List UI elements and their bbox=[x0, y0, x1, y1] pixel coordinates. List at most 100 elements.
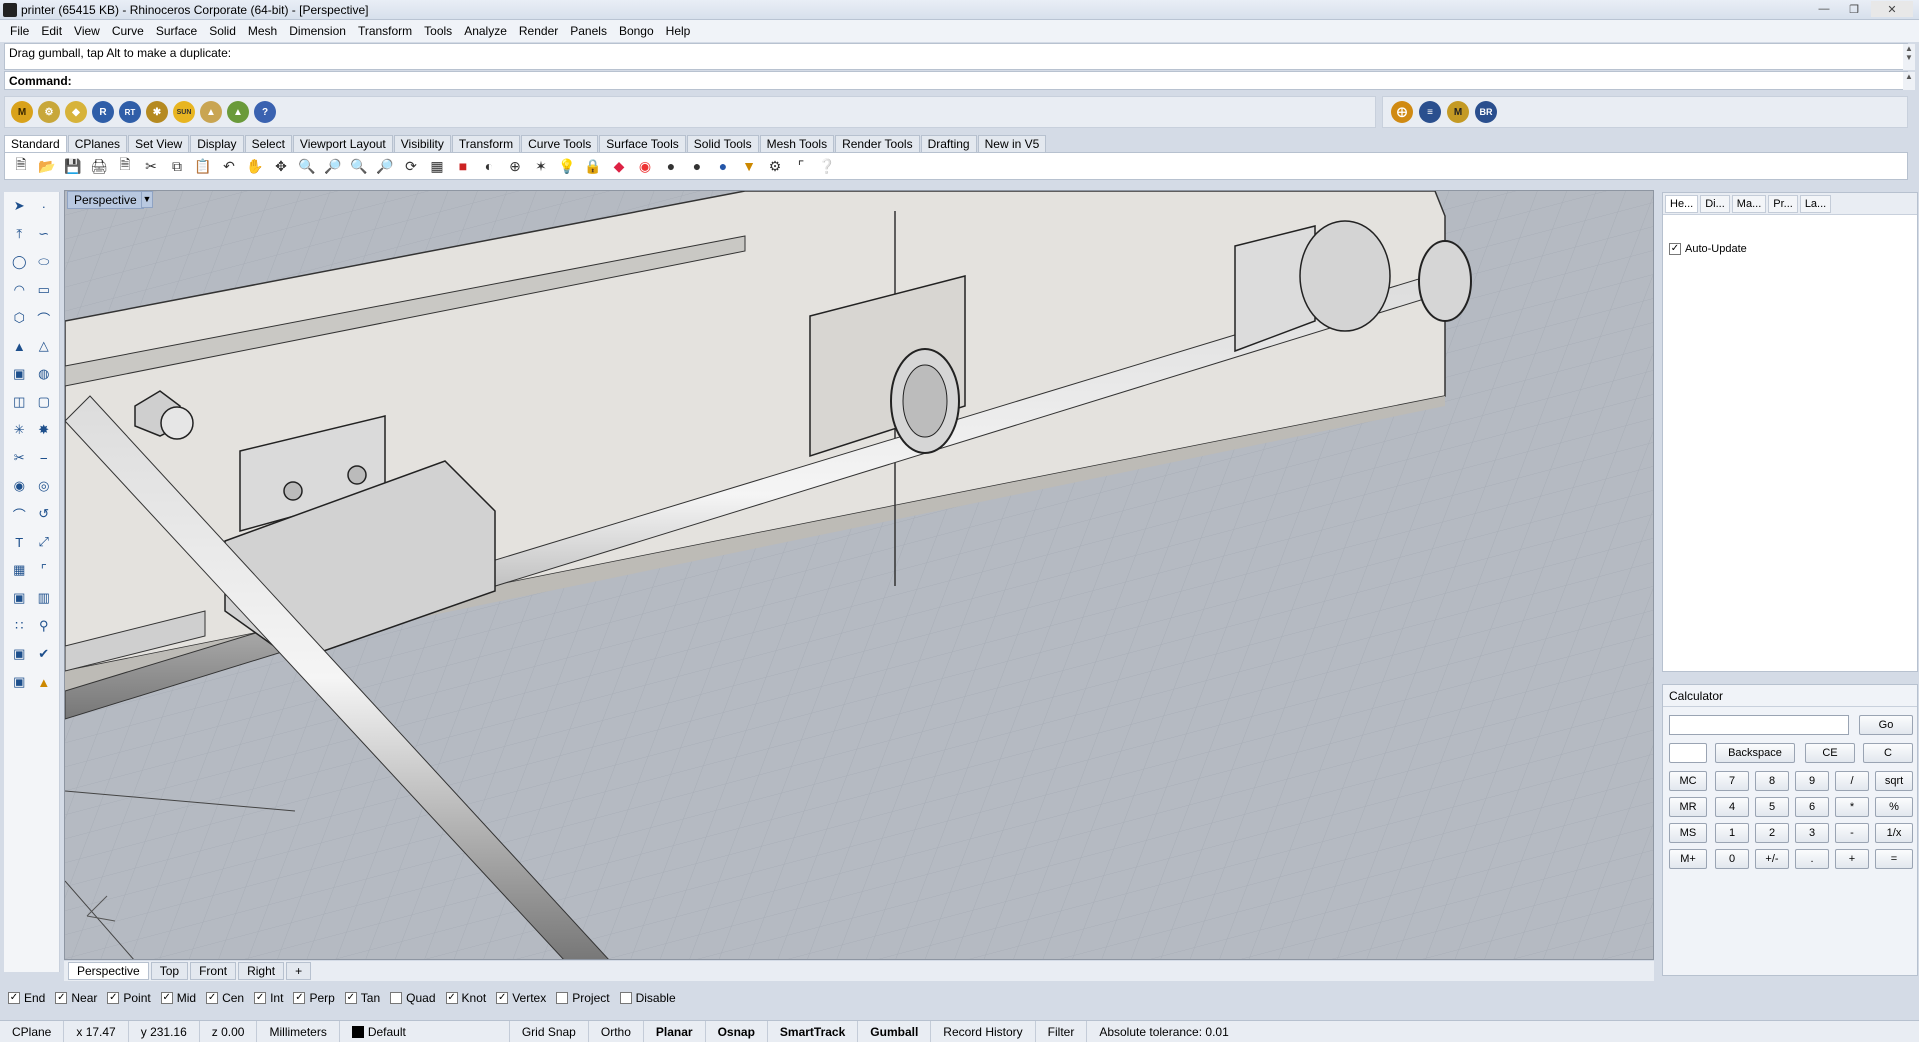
menu-analyze[interactable]: Analyze bbox=[458, 24, 513, 38]
plugin-m-icon[interactable]: M bbox=[11, 101, 33, 123]
loft-icon[interactable]: △ bbox=[35, 336, 54, 356]
calculator-key[interactable]: 8 bbox=[1755, 771, 1789, 791]
viewtab-top[interactable]: Top bbox=[150, 962, 189, 980]
calculator-display[interactable] bbox=[1669, 715, 1849, 735]
mesh-icon[interactable]: ✳ bbox=[10, 420, 29, 440]
calculator-key[interactable]: - bbox=[1835, 823, 1869, 843]
polyline-icon[interactable]: ⤒ bbox=[10, 224, 29, 244]
tab-viewport-layout[interactable]: Viewport Layout bbox=[292, 135, 393, 152]
status-units[interactable]: Millimeters bbox=[257, 1021, 340, 1042]
osnap-tan[interactable]: ✓ Tan bbox=[344, 991, 380, 1005]
new-file-icon[interactable]: 🗎 bbox=[11, 156, 31, 176]
import-icon[interactable]: 🗎 bbox=[115, 156, 135, 176]
ellipse-icon[interactable]: ⬭ bbox=[35, 252, 54, 272]
osnap-knot[interactable]: ✓ Knot bbox=[445, 991, 486, 1005]
plugin-rt-icon[interactable]: RT bbox=[119, 101, 141, 123]
plugin-help-icon[interactable]: ? bbox=[254, 101, 276, 123]
four-viewports-icon[interactable]: ▦ bbox=[427, 156, 447, 176]
command-history-scrollbar[interactable]: ▲ ▼ bbox=[1903, 44, 1915, 70]
check-icon[interactable]: ✔ bbox=[35, 644, 54, 664]
tab-mesh-tools[interactable]: Mesh Tools bbox=[759, 135, 835, 152]
menu-curve[interactable]: Curve bbox=[106, 24, 150, 38]
light-bulb-icon[interactable]: 💡 bbox=[557, 156, 577, 176]
move-icon[interactable]: ✥ bbox=[271, 156, 291, 176]
status-osnap[interactable]: Osnap bbox=[706, 1021, 768, 1042]
calculator-key[interactable]: MS bbox=[1669, 823, 1707, 843]
plugin-tree-icon[interactable]: ▲ bbox=[227, 101, 249, 123]
calculator-backspace-button[interactable]: Backspace bbox=[1715, 743, 1795, 763]
menu-file[interactable]: File bbox=[4, 24, 35, 38]
explode-icon[interactable]: ✸ bbox=[35, 420, 54, 440]
rendered-sphere-icon[interactable]: ● bbox=[687, 156, 707, 176]
viewport-title[interactable]: Perspective bbox=[67, 191, 144, 209]
plugin-m2-icon[interactable]: M bbox=[1447, 101, 1469, 123]
zoom-window-icon[interactable]: 🔎 bbox=[323, 156, 343, 176]
calculator-key[interactable]: 1/x bbox=[1875, 823, 1913, 843]
material-icon[interactable]: ◆ bbox=[609, 156, 629, 176]
osnap-disable[interactable]: Disable bbox=[619, 991, 676, 1005]
open-folder-icon[interactable]: 📂 bbox=[37, 156, 57, 176]
viewtab-right[interactable]: Right bbox=[238, 962, 285, 980]
status-planar[interactable]: Planar bbox=[644, 1021, 706, 1042]
status-grid-snap[interactable]: Grid Snap bbox=[510, 1021, 589, 1042]
close-icon[interactable]: ✕ bbox=[1871, 1, 1913, 17]
panel-tab-layers[interactable]: La... bbox=[1799, 194, 1832, 213]
menu-transform[interactable]: Transform bbox=[352, 24, 418, 38]
osnap-int[interactable]: ✓ Int bbox=[254, 991, 283, 1005]
options-gear-icon[interactable]: ⚙ bbox=[765, 156, 785, 176]
zoom-extents-icon[interactable]: 🔍 bbox=[349, 156, 369, 176]
tab-visibility[interactable]: Visibility bbox=[393, 135, 451, 152]
plugin-r-icon[interactable]: R bbox=[92, 101, 114, 123]
viewtab-perspective[interactable]: Perspective bbox=[68, 962, 149, 980]
menu-mesh[interactable]: Mesh bbox=[242, 24, 283, 38]
dimension-tool-icon[interactable]: ⌜ bbox=[35, 560, 54, 580]
rectangle-icon[interactable]: ▭ bbox=[35, 280, 54, 300]
viewport-menu-chevron-icon[interactable]: ▼ bbox=[141, 191, 153, 208]
undo-icon[interactable]: ↶ bbox=[219, 156, 239, 176]
menu-bongo[interactable]: Bongo bbox=[613, 24, 660, 38]
calculator-key[interactable]: 7 bbox=[1715, 771, 1749, 791]
menu-help[interactable]: Help bbox=[660, 24, 697, 38]
point-icon[interactable]: · bbox=[35, 196, 54, 216]
command-prompt[interactable]: Command: bbox=[4, 71, 1908, 90]
osnap-near[interactable]: ✓ Near bbox=[55, 991, 97, 1005]
named-view-icon[interactable]: ◐ bbox=[479, 156, 499, 176]
surface-icon[interactable]: ▲ bbox=[10, 336, 29, 356]
panel-tab-display[interactable]: Di... bbox=[1700, 194, 1730, 213]
plugin-sun-icon[interactable]: SUN bbox=[173, 101, 195, 123]
group-icon[interactable]: ◉ bbox=[10, 476, 29, 496]
render-tool-icon[interactable]: ▣ bbox=[10, 672, 29, 692]
tab-select[interactable]: Select bbox=[244, 135, 292, 152]
menu-dimension[interactable]: Dimension bbox=[283, 24, 352, 38]
calculator-key[interactable]: 5 bbox=[1755, 797, 1789, 817]
calculator-key[interactable]: 2 bbox=[1755, 823, 1789, 843]
cylinder-icon[interactable]: ◫ bbox=[10, 392, 29, 412]
status-record-history[interactable]: Record History bbox=[931, 1021, 1036, 1042]
polygon-icon[interactable]: ⬡ bbox=[10, 308, 29, 328]
pan-hand-icon[interactable]: ✋ bbox=[245, 156, 265, 176]
status-gumball[interactable]: Gumball bbox=[858, 1021, 932, 1042]
plugin-light-icon[interactable]: ✱ bbox=[146, 101, 168, 123]
cut-icon[interactable]: ✂ bbox=[141, 156, 161, 176]
menu-surface[interactable]: Surface bbox=[150, 24, 203, 38]
calculator-key[interactable]: 6 bbox=[1795, 797, 1829, 817]
tab-new-in-v5[interactable]: New in V5 bbox=[977, 135, 1047, 152]
dots-grid-icon[interactable]: ∷ bbox=[10, 616, 29, 636]
plugin-br-icon[interactable]: BR bbox=[1475, 101, 1497, 123]
extrude-icon[interactable]: ▢ bbox=[35, 392, 54, 412]
lock-icon[interactable]: 🔒 bbox=[583, 156, 603, 176]
add-viewport-icon[interactable]: + bbox=[286, 962, 312, 980]
zoom-icon[interactable]: 🔍 bbox=[297, 156, 317, 176]
array-icon[interactable]: ▦ bbox=[10, 560, 29, 580]
maximize-icon[interactable]: ❐ bbox=[1841, 1, 1867, 17]
zoom-selected-icon[interactable]: 🔎 bbox=[375, 156, 395, 176]
menu-render[interactable]: Render bbox=[513, 24, 564, 38]
osnap-perp[interactable]: ✓ Perp bbox=[293, 991, 335, 1005]
menu-solid[interactable]: Solid bbox=[203, 24, 242, 38]
calculator-key[interactable]: + bbox=[1835, 849, 1869, 869]
copy-icon[interactable]: ⧉ bbox=[167, 156, 187, 176]
pin-icon[interactable]: ⚲ bbox=[35, 616, 54, 636]
arc-icon[interactable]: ◠ bbox=[10, 280, 29, 300]
osnap-vertex[interactable]: ✓ Vertex bbox=[496, 991, 546, 1005]
circle-icon[interactable]: ◯ bbox=[10, 252, 29, 272]
